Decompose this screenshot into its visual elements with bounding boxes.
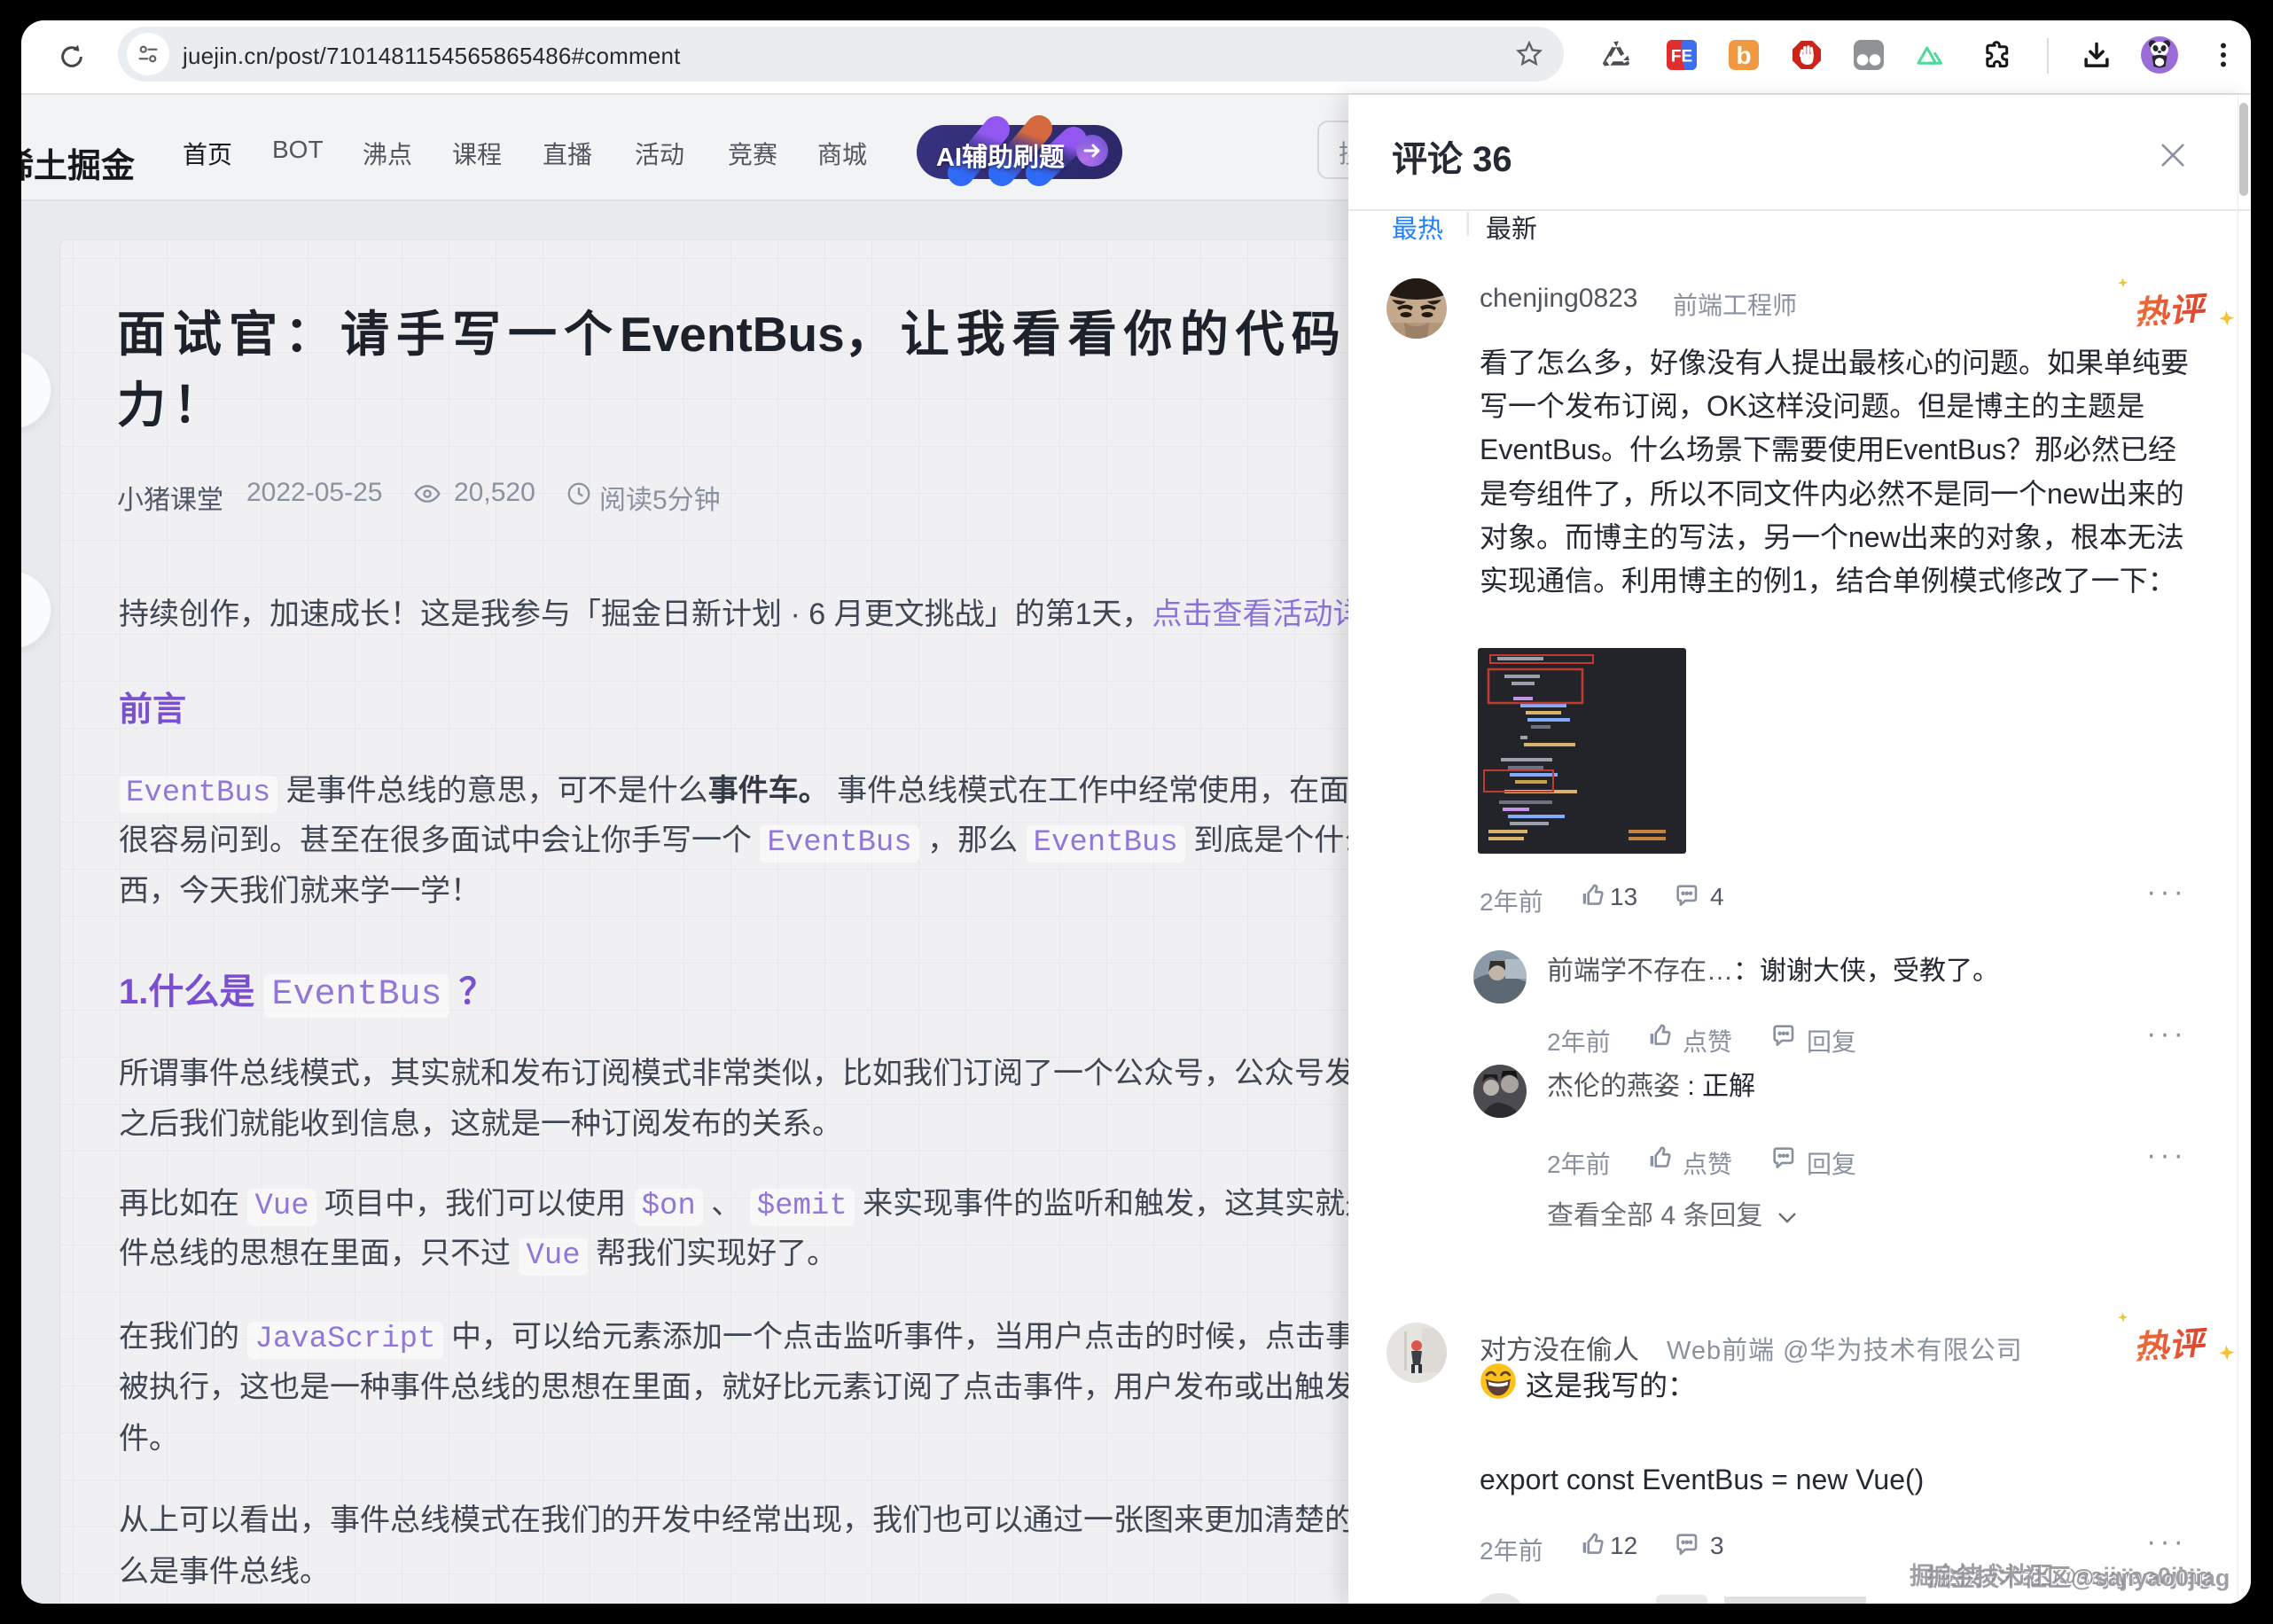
svg-text:b: b [1736,42,1751,69]
svg-text:FE: FE [1671,48,1692,66]
